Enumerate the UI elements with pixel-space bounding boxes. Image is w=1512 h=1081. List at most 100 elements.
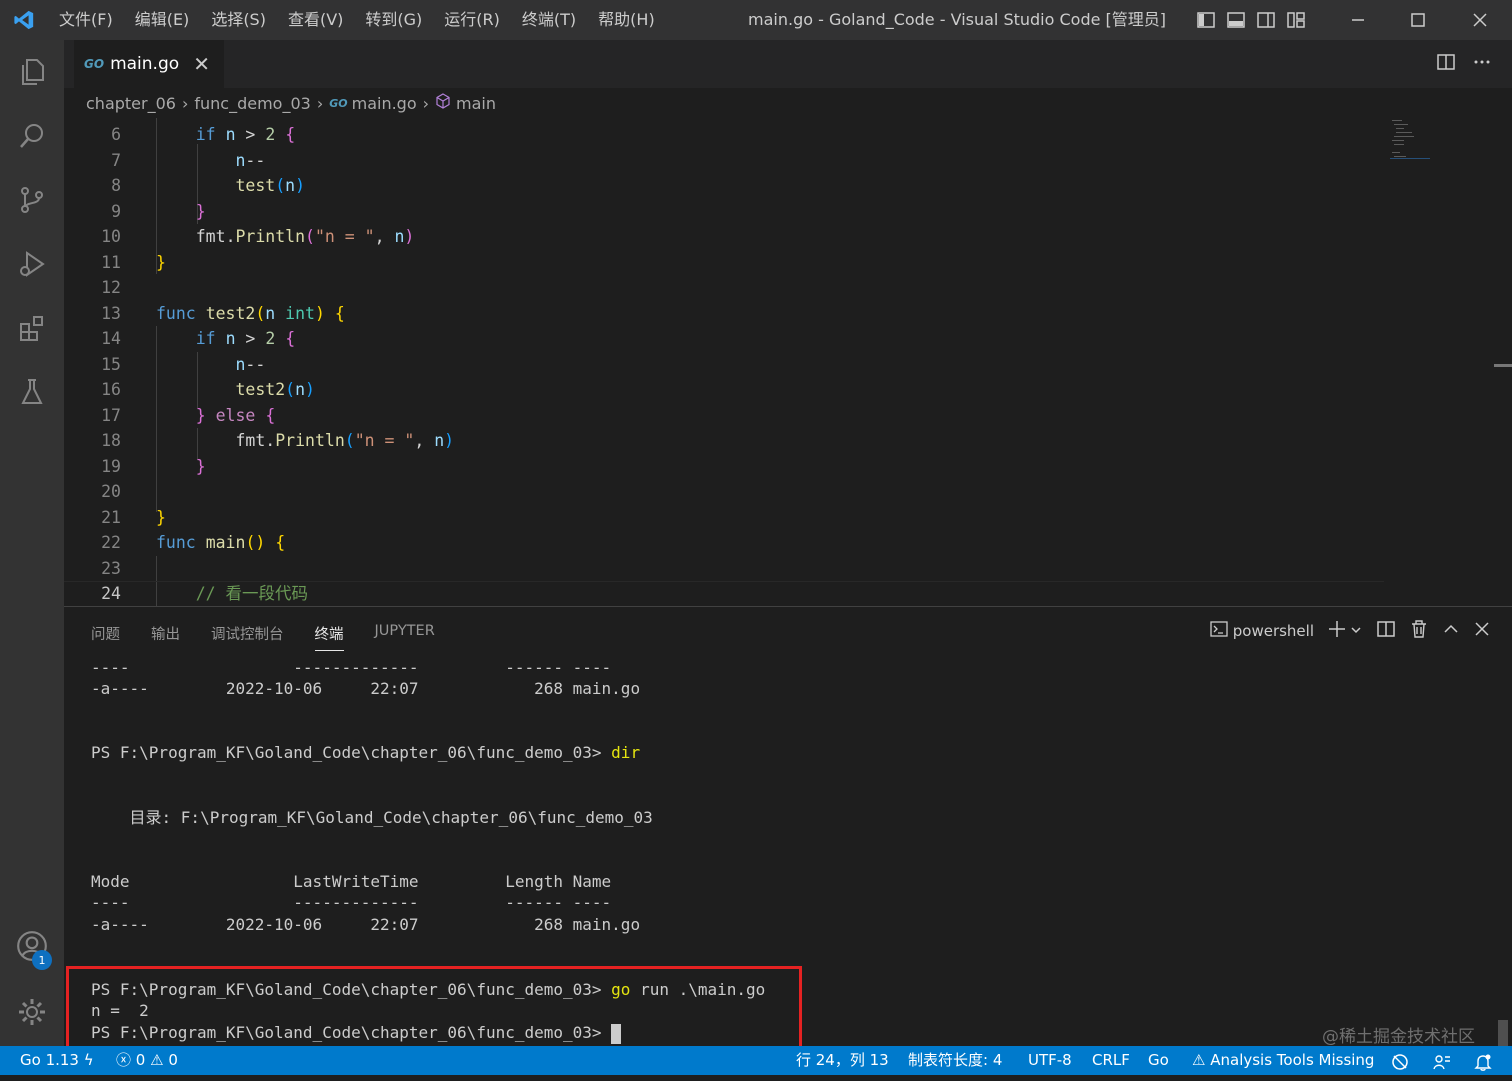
editor-scroll-indicator[interactable] [1494, 364, 1512, 367]
toggle-primary-sidebar-icon[interactable] [1196, 10, 1216, 30]
toggle-secondary-sidebar-icon[interactable] [1256, 10, 1276, 30]
tab-terminal[interactable]: 终端 [314, 623, 344, 651]
breadcrumb: chapter_06 › func_demo_03 › GO main.go ›… [64, 88, 1512, 118]
tab-main-go[interactable]: GO main.go ✕ [74, 40, 224, 88]
tab-jupyter[interactable]: JUPYTER [375, 623, 435, 651]
breadcrumb-symbol[interactable]: main [456, 94, 496, 113]
breadcrumb-folder-chapter[interactable]: chapter_06 [86, 94, 176, 113]
code-line: 11} [101, 252, 166, 272]
editor-actions [1436, 52, 1492, 77]
code-line: 10 fmt.Println("n = ", n) [101, 227, 415, 246]
more-actions-icon[interactable] [1472, 52, 1492, 77]
code-line: 16 test2(n) [101, 380, 315, 399]
terminal-shell-name[interactable]: powershell [1233, 622, 1314, 640]
terminal-shell-icon [1209, 619, 1229, 643]
menu-view[interactable]: 查看(V) [277, 0, 354, 40]
tab-close-icon[interactable]: ✕ [193, 52, 210, 76]
status-cursor-position[interactable]: 行 24，列 13 [796, 1046, 889, 1075]
tab-problems[interactable]: 问题 [91, 623, 120, 651]
error-icon: ⓧ [116, 1051, 132, 1069]
status-analysis-tools[interactable]: ⚠ Analysis Tools Missing [1192, 1046, 1374, 1075]
extensions-icon[interactable] [12, 308, 52, 348]
minimap[interactable] [1390, 118, 1512, 178]
status-problems[interactable]: ⓧ 0 ⚠ 0 [116, 1046, 178, 1075]
warning-icon: ⚠ [150, 1051, 164, 1069]
panel-tabs: 问题 输出 调试控制台 终端 JUPYTER [91, 623, 435, 651]
code-line: 6 if n > 2 { [111, 125, 296, 144]
menu-terminal[interactable]: 终端(T) [511, 0, 587, 40]
customize-layout-icon[interactable] [1286, 10, 1306, 30]
code-line: 21} [101, 507, 166, 527]
status-encoding[interactable]: UTF-8 [1028, 1046, 1072, 1075]
minimize-button[interactable] [1328, 0, 1388, 40]
terminal-line: ---- ------------- ------ ---- [91, 658, 612, 677]
editor-tab-bar: GO main.go ✕ [64, 40, 1512, 88]
status-tab-size[interactable]: 制表符长度: 4 [908, 1046, 1002, 1075]
tab-output[interactable]: 输出 [151, 623, 180, 651]
symbol-cube-icon [435, 93, 451, 113]
chevron-right-icon: › [181, 93, 189, 113]
terminal-scrollbar[interactable] [1498, 1020, 1508, 1046]
status-eol[interactable]: CRLF [1092, 1046, 1130, 1075]
terminal-command: dir [611, 743, 641, 762]
source-control-icon[interactable] [12, 180, 52, 220]
maximize-button[interactable] [1388, 0, 1448, 40]
code-line: 8 test(n) [111, 176, 306, 195]
breadcrumb-file[interactable]: main.go [352, 94, 417, 113]
status-bar: Go 1.13 ϟ ⓧ 0 ⚠ 0 行 24，列 13 制表符长度: 4 UTF… [0, 1046, 1512, 1075]
tab-debug-console[interactable]: 调试控制台 [211, 623, 284, 651]
live-share-icon[interactable] [1390, 1052, 1410, 1081]
close-panel-icon[interactable] [1474, 621, 1490, 641]
testing-icon[interactable] [12, 372, 52, 412]
layout-controls [1196, 10, 1306, 30]
code-line: 12 [101, 278, 121, 297]
chevron-down-icon[interactable] [1350, 622, 1362, 640]
code-line: 17 } else { [101, 405, 276, 425]
code-line: 23 [101, 558, 121, 578]
lightning-icon: ϟ [83, 1051, 94, 1069]
run-debug-icon[interactable] [12, 244, 52, 284]
warning-icon: ⚠ [1192, 1051, 1206, 1069]
toggle-panel-icon[interactable] [1226, 10, 1246, 30]
terminal-output[interactable]: ---- ------------- ------ ---- -a---- 20… [91, 657, 765, 1044]
menu-help[interactable]: 帮助(H) [587, 0, 666, 40]
terminal-line: ---- ------------- ------ ---- [91, 893, 612, 912]
go-file-icon: GO [329, 96, 348, 110]
new-terminal-icon[interactable] [1328, 620, 1346, 642]
code-line: 18 fmt.Println("n = ", n) [101, 431, 455, 450]
menu-file[interactable]: 文件(F) [48, 0, 124, 40]
menu-go[interactable]: 转到(G) [354, 0, 433, 40]
menu-edit[interactable]: 编辑(E) [124, 0, 201, 40]
split-editor-icon[interactable] [1436, 52, 1456, 77]
terminal-line: 目录: F:\Program_KF\Goland_Code\chapter_06… [91, 808, 653, 827]
explorer-icon[interactable] [12, 52, 52, 92]
watermark: @稀土掘金技术社区 [1322, 1027, 1475, 1047]
chevron-right-icon: › [316, 93, 324, 113]
terminal-line: -a---- 2022-10-06 22:07 268 main.go [91, 915, 641, 934]
status-go-version[interactable]: Go 1.13 ϟ [20, 1046, 94, 1075]
terminal-line: PS F:\Program_KF\Goland_Code\chapter_06\… [91, 743, 641, 762]
menu-bar: 文件(F) 编辑(E) 选择(S) 查看(V) 转到(G) 运行(R) 终端(T… [48, 0, 666, 40]
code-line: 9 } [111, 201, 206, 221]
window-title: main.go - Goland_Code - Visual Studio Co… [748, 10, 1167, 29]
search-icon[interactable] [12, 116, 52, 156]
manage-gear-icon[interactable] [12, 992, 52, 1032]
menu-selection[interactable]: 选择(S) [200, 0, 277, 40]
accounts-badge: 1 [32, 950, 52, 970]
breadcrumb-folder-func-demo[interactable]: func_demo_03 [194, 94, 310, 113]
close-window-button[interactable] [1450, 0, 1510, 40]
panel-actions: powershell [1209, 619, 1490, 643]
code-line: 20 [101, 482, 121, 501]
activity-bar: 1 [0, 40, 64, 1046]
split-terminal-icon[interactable] [1376, 619, 1396, 643]
code-editor[interactable]: 6 if n > 2 { 7 n-- 8 test(n) 9 } 10 fmt.… [64, 118, 1512, 606]
notifications-bell-icon[interactable] [1474, 1052, 1492, 1081]
menu-run[interactable]: 运行(R) [433, 0, 511, 40]
maximize-panel-icon[interactable] [1442, 620, 1460, 642]
status-language[interactable]: Go [1148, 1046, 1169, 1075]
feedback-icon[interactable] [1432, 1052, 1452, 1081]
trash-icon[interactable] [1410, 619, 1428, 643]
go-file-icon: GO [84, 57, 105, 71]
code-line: 14 if n > 2 { [101, 329, 296, 348]
vscode-logo-icon [0, 0, 48, 40]
